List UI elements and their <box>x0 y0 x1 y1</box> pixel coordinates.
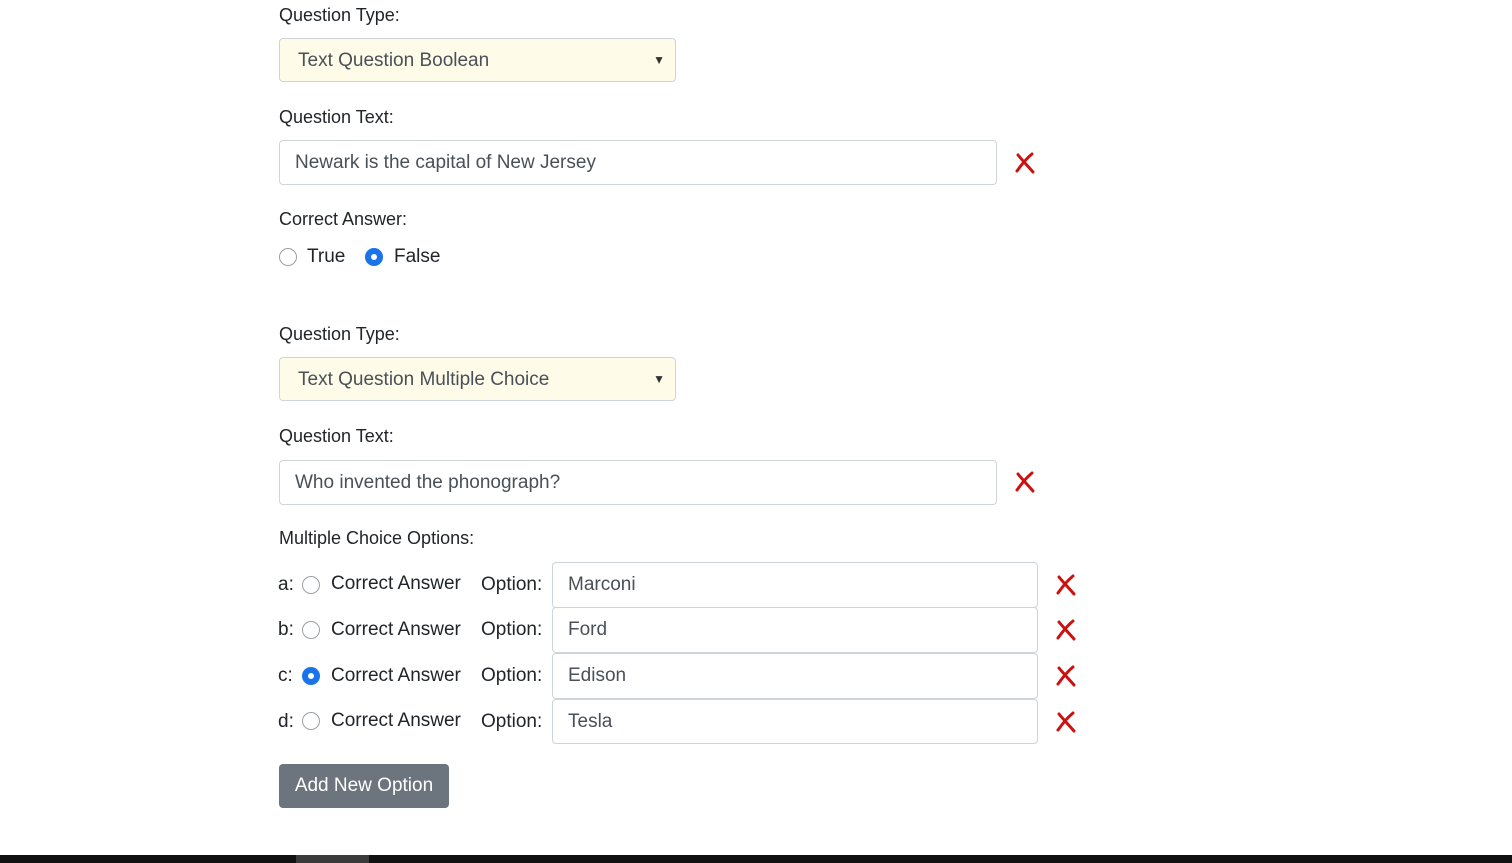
question-type-select[interactable]: Text Question Multiple Choice ▼ <box>279 357 676 401</box>
bottom-bar <box>0 855 1512 863</box>
question-text-value: Who invented the phonograph? <box>295 472 561 493</box>
correct-answer-radio[interactable] <box>302 576 320 594</box>
option-value: Marconi <box>568 574 636 595</box>
close-icon[interactable] <box>1055 665 1077 687</box>
option-input[interactable]: Edison <box>552 653 1038 699</box>
correct-answer-label: Correct Answer <box>331 619 461 640</box>
option-value: Edison <box>568 665 627 686</box>
correct-answer-radio[interactable] <box>302 621 320 639</box>
add-new-option-button[interactable]: Add New Option <box>279 764 449 808</box>
option-letter: a: <box>278 574 294 595</box>
question-type-value: Text Question Boolean <box>298 50 490 71</box>
question-type-value: Text Question Multiple Choice <box>298 369 550 390</box>
close-icon[interactable] <box>1055 711 1077 733</box>
option-letter: b: <box>278 619 294 640</box>
question-text-value: Newark is the capital of New Jersey <box>295 152 596 173</box>
question-text-label: Question Text: <box>279 107 394 127</box>
option-label: Option: <box>481 711 543 732</box>
option-letter: d: <box>278 711 294 732</box>
question-text-input[interactable]: Who invented the phonograph? <box>279 460 997 505</box>
close-icon[interactable] <box>1014 152 1036 174</box>
close-icon[interactable] <box>1055 619 1077 641</box>
correct-answer-label: Correct Answer <box>331 710 461 731</box>
question-text-input[interactable]: Newark is the capital of New Jersey <box>279 140 997 185</box>
option-input[interactable]: Tesla <box>552 699 1038 744</box>
radio-true[interactable] <box>279 248 297 266</box>
bottom-bar-tab[interactable] <box>296 855 369 863</box>
correct-answer-radio[interactable] <box>302 712 320 730</box>
option-letter: c: <box>278 665 293 686</box>
correct-answer-label: Correct Answer <box>331 665 461 686</box>
option-label: Option: <box>481 574 543 595</box>
correct-answer-radio[interactable] <box>302 667 320 685</box>
question-text-label: Question Text: <box>279 426 394 446</box>
correct-answer-label: Correct Answer: <box>279 209 408 229</box>
option-label: Option: <box>481 665 543 686</box>
radio-false[interactable] <box>365 248 383 266</box>
caret-down-icon: ▼ <box>653 53 665 67</box>
option-input[interactable]: Ford <box>552 607 1038 653</box>
question-type-select[interactable]: Text Question Boolean ▼ <box>279 38 676 82</box>
close-icon[interactable] <box>1014 471 1036 493</box>
correct-answer-label: Correct Answer <box>331 573 461 594</box>
close-icon[interactable] <box>1055 574 1077 596</box>
radio-true-label: True <box>307 246 346 267</box>
question-type-label: Question Type: <box>279 5 400 25</box>
option-value: Tesla <box>568 711 613 732</box>
radio-false-label: False <box>394 246 441 267</box>
caret-down-icon: ▼ <box>653 372 665 386</box>
option-label: Option: <box>481 619 543 640</box>
option-input[interactable]: Marconi <box>552 562 1038 608</box>
option-value: Ford <box>568 619 608 640</box>
question-type-label: Question Type: <box>279 324 400 344</box>
multiple-choice-options-label: Multiple Choice Options: <box>279 528 475 548</box>
